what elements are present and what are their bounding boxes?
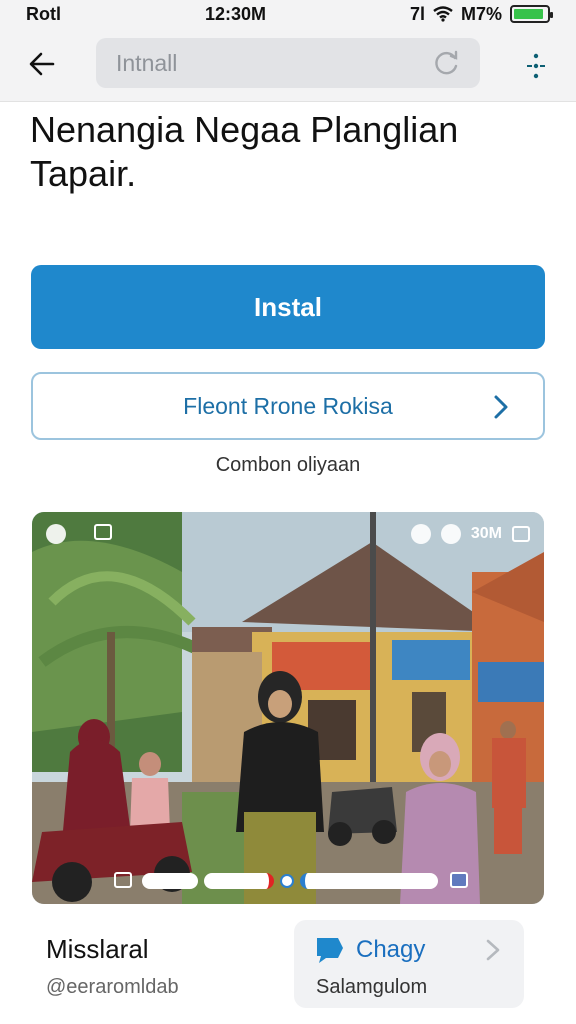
app-name: Misslaral xyxy=(46,934,149,964)
grid-icon[interactable] xyxy=(114,872,132,888)
status-bar: Rotl 12:30M 7l M7% xyxy=(0,0,576,28)
menu-button[interactable] xyxy=(516,48,556,84)
battery-level xyxy=(514,9,543,19)
install-button-label: Instal xyxy=(254,291,322,322)
reload-icon[interactable] xyxy=(434,50,460,76)
chat-subtitle: Salamgulom xyxy=(316,976,428,998)
settings-icon[interactable] xyxy=(410,524,431,544)
progress-segment xyxy=(204,873,274,889)
fullscreen-icon[interactable] xyxy=(512,526,530,542)
secondary-action-button[interactable]: Fleont Rrone Rokisa xyxy=(31,372,545,440)
photo-preview[interactable]: 30M xyxy=(32,512,544,904)
back-button[interactable] xyxy=(22,44,62,84)
url-text: Intnall xyxy=(116,49,178,76)
photo-progress-bar[interactable] xyxy=(142,872,442,890)
photo-overlay-left xyxy=(46,524,112,544)
progress-segment xyxy=(142,873,198,889)
battery-icon xyxy=(510,5,553,23)
chat-card[interactable]: Chagy Salamgulom xyxy=(294,920,524,1008)
caption-text: Combon oliyaan xyxy=(215,454,361,476)
battery-label: M7% xyxy=(460,3,502,24)
gallery-icon[interactable] xyxy=(94,524,112,540)
arrow-left-icon xyxy=(29,52,55,76)
chevron-right-icon xyxy=(486,939,500,961)
wifi-icon xyxy=(433,6,453,22)
install-button[interactable]: Instal xyxy=(31,265,545,349)
url-bar[interactable]: Intnall xyxy=(96,38,480,88)
progress-segment xyxy=(300,873,438,889)
chat-bubble-icon[interactable] xyxy=(440,524,461,544)
app-handle[interactable]: @eeraromldab xyxy=(46,976,179,999)
chat-label: Chagy xyxy=(356,936,426,963)
status-icons: 7l M7% xyxy=(409,3,553,25)
chat-icon xyxy=(317,938,343,963)
clock: 12:30M xyxy=(204,3,266,24)
progress-knob[interactable] xyxy=(280,874,294,888)
browser-toolbar: Intnall xyxy=(0,28,576,102)
share-icon[interactable] xyxy=(450,872,468,888)
photo-overlay-right: 30M xyxy=(410,524,530,544)
camera-icon[interactable] xyxy=(46,524,66,544)
photo-overlay-time: 30M xyxy=(470,525,502,542)
signal-label: 7l xyxy=(409,3,425,24)
village-scene-image xyxy=(32,512,544,904)
menu-icon xyxy=(527,53,545,79)
carrier-label: Rotl xyxy=(26,3,61,24)
chevron-right-icon xyxy=(494,395,508,419)
secondary-action-label: Fleont Rrone Rokisa xyxy=(183,392,393,419)
page-title: Nenangia Negaa Planglian Tapair. xyxy=(30,109,459,194)
